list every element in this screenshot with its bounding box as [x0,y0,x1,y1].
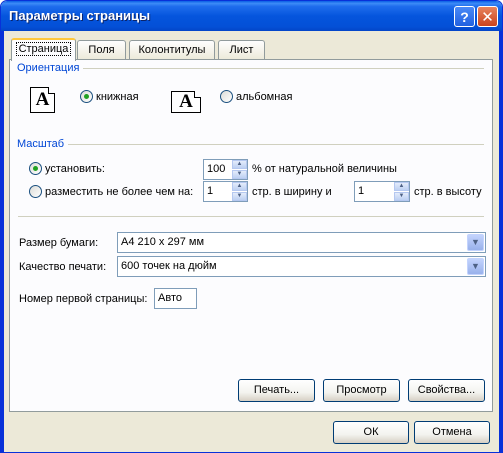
portrait-radio[interactable] [80,90,93,103]
landscape-label[interactable]: альбомная [236,91,292,103]
tab-page[interactable]: Страница [11,38,76,61]
help-icon: ? [460,8,469,25]
adjust-to-label[interactable]: установить: [45,163,105,175]
help-button[interactable]: ? [454,6,475,27]
down-arrow-icon[interactable]: ▼ [232,170,247,179]
fit-pages-tall-spinner[interactable]: 1 ▲ ▼ [354,181,410,202]
fit-pages-wide-value[interactable]: 1 [207,185,213,197]
paper-size-label: Размер бумаги: [19,237,99,249]
tab-margins-label: Поля [88,44,115,56]
window-frame-left [1,31,4,452]
down-arrow-icon[interactable]: ▼ [394,192,409,201]
first-page-number-label: Номер первой страницы: [19,293,148,305]
tab-sheet[interactable]: Лист [218,40,265,60]
landscape-page-icon: A [171,91,201,113]
adjust-percent-value[interactable]: 100 [207,163,225,175]
print-preview-button[interactable]: Просмотр [323,379,400,402]
fit-pages-wide-suffix: стр. в ширину и [252,186,332,198]
first-page-number-value[interactable]: Авто [158,292,182,304]
cancel-button[interactable]: Отмена [414,421,490,444]
paper-separator [18,216,484,217]
window-title: Параметры страницы [9,8,151,23]
portrait-label[interactable]: книжная [96,91,139,103]
print-quality-value[interactable]: 600 точек на дюйм [121,260,217,272]
landscape-radio[interactable] [220,90,233,103]
orientation-separator [18,68,484,69]
print-quality-label: Качество печати: [19,261,107,273]
window-frame-right [499,31,502,452]
title-bar[interactable]: Параметры страницы ? ✕ [1,1,502,31]
print-quality-dropdown[interactable]: 600 точек на дюйм ▼ [117,256,486,277]
properties-button[interactable]: Свойства... [408,379,485,402]
tab-panel-page: Ориентация A книжная A альбомная Масштаб… [9,59,493,412]
tab-margins[interactable]: Поля [77,40,126,60]
paper-size-value[interactable]: A4 210 x 297 мм [121,236,204,248]
close-icon: ✕ [481,8,494,26]
ok-button[interactable]: ОК [333,421,409,444]
scale-separator [18,144,484,145]
portrait-page-icon: A [30,87,55,113]
scale-group-label: Масштаб [17,138,69,150]
fit-pages-tall-value[interactable]: 1 [358,185,364,197]
close-button[interactable]: ✕ [477,6,498,27]
orientation-group-label: Ориентация [17,62,84,74]
up-arrow-icon[interactable]: ▲ [232,182,247,191]
adjust-percent-suffix: % от натуральной величины [252,163,397,175]
adjust-to-radio[interactable] [29,162,42,175]
chevron-down-icon[interactable]: ▼ [467,234,484,251]
adjust-percent-spinner[interactable]: 100 ▲ ▼ [203,159,248,180]
up-arrow-icon[interactable]: ▲ [232,160,247,169]
fit-pages-wide-spinner[interactable]: 1 ▲ ▼ [203,181,248,202]
paper-size-dropdown[interactable]: A4 210 x 297 мм ▼ [117,232,486,253]
tab-header-footer-label: Колонтитулы [138,44,206,56]
tab-sheet-label: Лист [229,44,254,56]
fit-to-label[interactable]: разместить не более чем на: [45,186,193,198]
first-page-number-input[interactable]: Авто [154,288,197,309]
tab-header-footer[interactable]: Колонтитулы [129,40,215,60]
fit-pages-tall-suffix: стр. в высоту [414,186,482,198]
page-setup-dialog: Параметры страницы ? ✕ Страница Поля Кол… [0,0,503,453]
print-button[interactable]: Печать... [238,379,315,402]
up-arrow-icon[interactable]: ▲ [394,182,409,191]
chevron-down-icon[interactable]: ▼ [467,258,484,275]
fit-to-radio[interactable] [29,185,42,198]
down-arrow-icon[interactable]: ▼ [232,192,247,201]
tab-page-label: Страница [15,42,72,56]
